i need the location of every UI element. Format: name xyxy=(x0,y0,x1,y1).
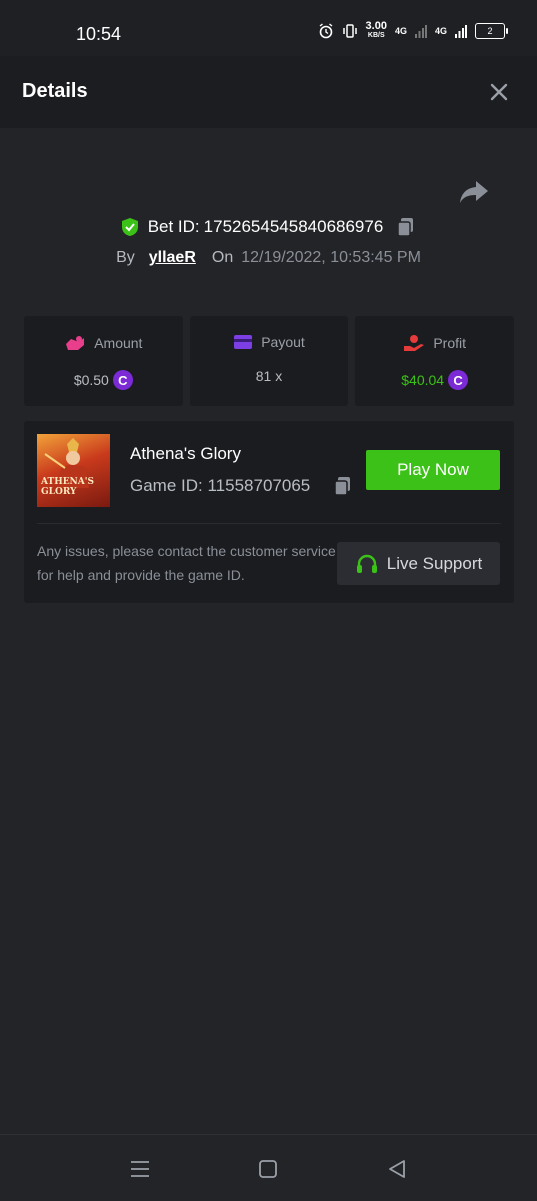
live-support-label: Live Support xyxy=(386,553,483,573)
stats-row: Amount $0.50 C Payout 81 x Profit $40.04… xyxy=(24,316,515,406)
status-icons: 3.00 KB/S 4G 4G 2 xyxy=(318,20,508,40)
headset-icon xyxy=(356,554,377,573)
username-link[interactable]: yllaeR xyxy=(149,249,196,267)
game-id-label: Game ID: xyxy=(130,476,203,495)
bet-datetime: 12/19/2022, 10:53:45 PM xyxy=(241,249,421,266)
network-type-1: 4G xyxy=(394,26,407,36)
coin-icon: C xyxy=(448,370,469,390)
page-title: Details xyxy=(22,80,88,102)
on-label: On xyxy=(211,249,234,266)
support-note: Any issues, please contact the customer … xyxy=(37,543,336,583)
share-icon[interactable] xyxy=(458,178,490,206)
coin-icon: C xyxy=(112,370,133,390)
money-hand-icon xyxy=(66,336,85,350)
copy-icon[interactable] xyxy=(395,216,417,238)
stat-payout-label: Payout xyxy=(261,334,305,350)
game-id-value: 11558707065 xyxy=(207,476,311,495)
stat-profit-value: $40.04 xyxy=(401,372,445,388)
game-name: Athena's Glory xyxy=(130,444,241,463)
stat-amount-label: Amount xyxy=(94,335,143,351)
bet-id-label: Bet ID: xyxy=(147,217,200,236)
stat-amount: Amount $0.50 C xyxy=(24,316,183,406)
by-label: By xyxy=(116,249,135,266)
bet-meta-row: By yllaeR On 12/19/2022, 10:53:45 PM xyxy=(0,249,537,267)
card-icon xyxy=(234,335,253,349)
profit-hand-icon xyxy=(404,335,425,351)
menu-icon[interactable] xyxy=(128,1157,152,1181)
battery-level: 2 xyxy=(487,26,493,36)
game-id: Game ID: 11558707065 xyxy=(130,476,310,496)
system-nav-bar xyxy=(0,1134,537,1201)
divider xyxy=(37,523,501,524)
speed-value: 3.00 xyxy=(365,20,387,32)
home-icon[interactable] xyxy=(256,1157,280,1181)
speed-unit: KB/S xyxy=(367,32,385,39)
bet-id-row: Bet ID: 1752654545840686976 xyxy=(0,216,537,238)
verified-shield-icon xyxy=(121,218,138,236)
copy-icon[interactable] xyxy=(332,475,354,497)
bet-id-value: 1752654545840686976 xyxy=(203,217,384,236)
battery-icon: 2 xyxy=(475,23,508,39)
game-thumbnail[interactable]: ATHENA'S GLORY xyxy=(37,434,110,507)
back-icon[interactable] xyxy=(385,1157,409,1181)
stat-profit: Profit $40.04 C xyxy=(355,316,515,406)
play-now-button[interactable]: Play Now xyxy=(366,450,500,490)
game-card: ATHENA'S GLORY Athena's Glory Game ID: 1… xyxy=(24,421,514,603)
live-support-button[interactable]: Live Support xyxy=(337,542,500,585)
network-type-2: 4G xyxy=(434,26,447,36)
network-speed: 3.00 KB/S xyxy=(365,20,387,40)
game-thumbnail-title: ATHENA'S GLORY xyxy=(41,477,95,497)
details-header: Details xyxy=(0,56,537,128)
close-icon[interactable] xyxy=(487,80,511,104)
stat-payout: Payout 81 x xyxy=(189,316,349,406)
signal-icon-2 xyxy=(455,25,467,38)
signal-icon xyxy=(414,25,427,38)
alarm-icon xyxy=(319,23,332,39)
stat-payout-value: 81 x xyxy=(255,368,283,384)
stat-amount-value: $0.50 xyxy=(73,372,109,388)
status-time: 10:54 xyxy=(76,24,122,44)
status-bar: 10:54 3.00 KB/S 4G 4G 2 xyxy=(0,0,537,56)
stat-profit-label: Profit xyxy=(433,335,467,351)
vibrate-icon xyxy=(342,24,357,38)
